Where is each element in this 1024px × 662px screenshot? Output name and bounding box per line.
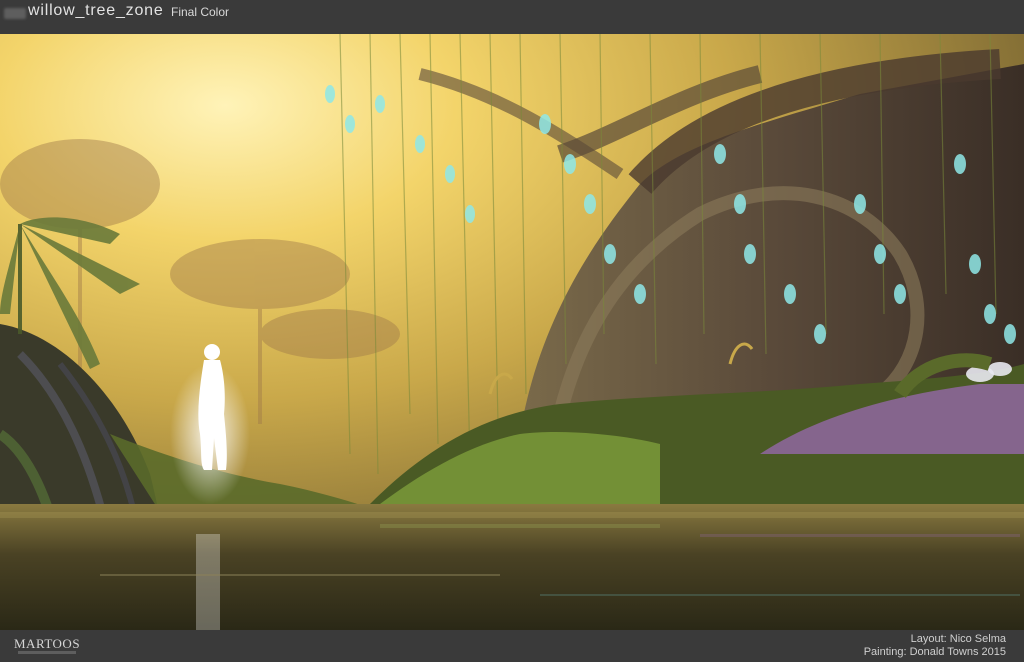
painting-credit: Painting: Donald Towns 2015 <box>863 646 1006 658</box>
blurred-logo-icon <box>4 8 26 19</box>
layout-credit: Layout: Nico Selma <box>910 633 1006 645</box>
studio-logo: MARTOOS <box>14 636 81 651</box>
scene-title: willow_tree_zone <box>28 2 164 19</box>
scene-subtitle: Final Color <box>171 5 230 19</box>
title-bar: willow_tree_zone Final Color <box>0 0 1024 34</box>
studio-logo-underline <box>18 651 76 654</box>
river <box>0 504 1024 630</box>
credits-bar: MARTOOS Layout: Nico Selma Painting: Don… <box>0 630 1024 662</box>
concept-painting <box>0 34 1024 630</box>
